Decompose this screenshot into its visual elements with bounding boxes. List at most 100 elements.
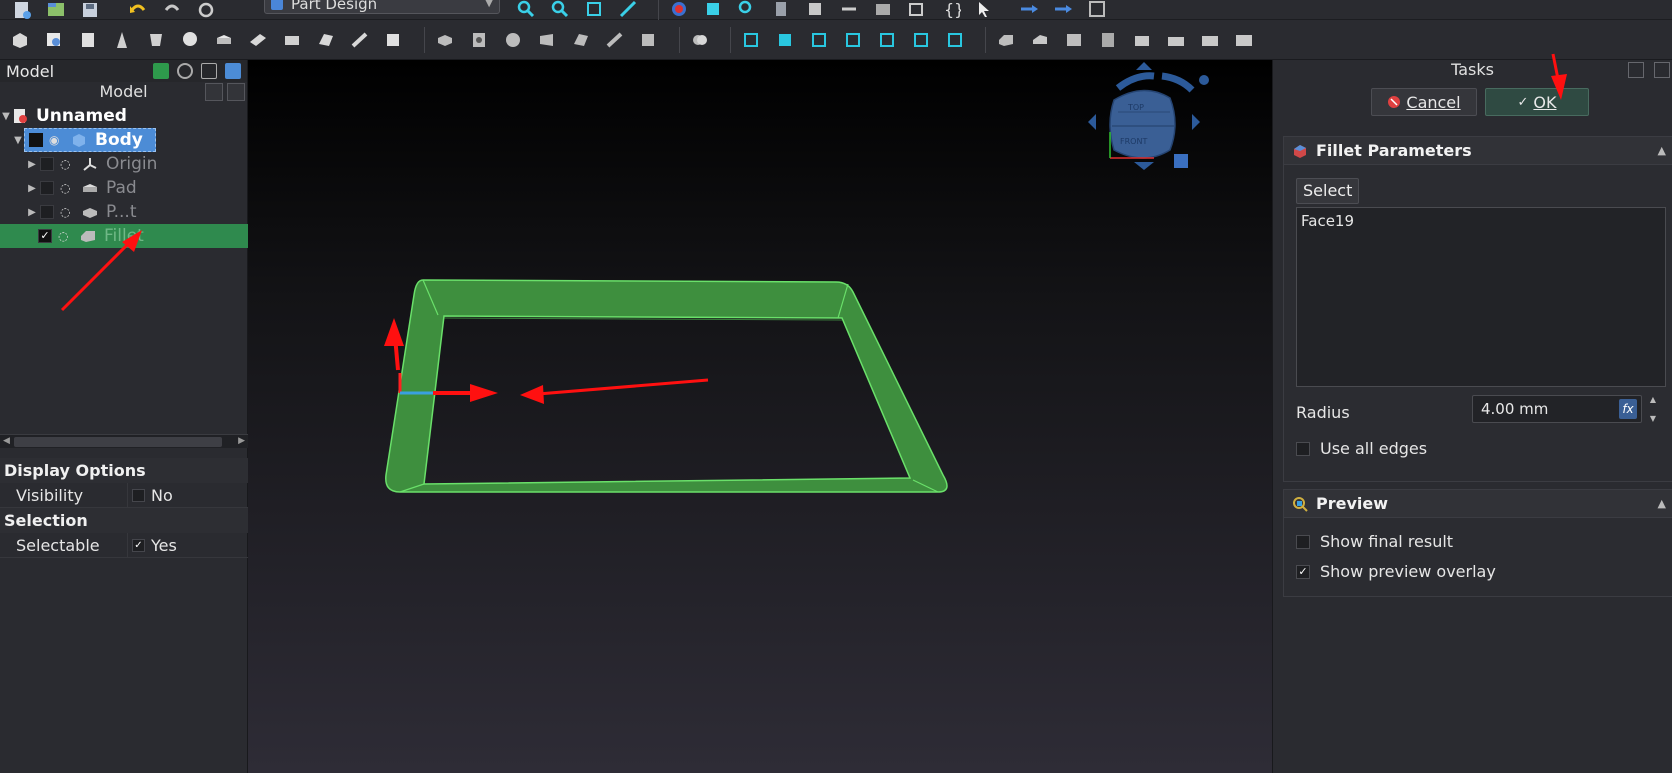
show-final-result-option[interactable]: Show final result xyxy=(1296,532,1453,551)
origin-checkbox[interactable] xyxy=(40,157,54,171)
spin-down-icon[interactable]: ▼ xyxy=(1650,414,1656,423)
chevron-right-icon[interactable]: ▶ xyxy=(26,159,38,170)
open-file-icon[interactable] xyxy=(44,0,68,21)
fillet-checkbox[interactable]: ✓ xyxy=(38,229,52,243)
tree-item-pocket[interactable]: ▶ ◌ P...t xyxy=(0,200,248,224)
save-icon[interactable] xyxy=(78,0,102,21)
hidden-eye-icon[interactable]: ◌ xyxy=(60,181,76,195)
chamfer-tool-icon[interactable] xyxy=(909,29,933,51)
3d-view[interactable]: TOP FRONT xyxy=(248,60,1272,773)
fillet-tool-icon[interactable] xyxy=(875,29,899,51)
groove-icon[interactable] xyxy=(501,29,525,51)
arrow-right-icon[interactable] xyxy=(1051,0,1075,20)
subtractive-pipe-icon[interactable] xyxy=(569,29,593,51)
show-preview-overlay-checkbox[interactable]: ✓ xyxy=(1296,564,1310,579)
select-button[interactable]: Select xyxy=(1296,178,1360,204)
polar-pattern-icon[interactable] xyxy=(807,29,831,51)
subtractive-helix-icon[interactable] xyxy=(603,29,627,51)
show-final-result-checkbox[interactable] xyxy=(1296,534,1310,549)
macro-icon[interactable]: {} xyxy=(939,0,963,20)
datum-plane-icon[interactable] xyxy=(144,29,168,51)
tree-item-pad[interactable]: ▶ ◌ Pad xyxy=(0,176,248,200)
spin-up-icon[interactable]: ▲ xyxy=(1650,395,1656,404)
pad-icon[interactable] xyxy=(212,29,236,51)
chevron-right-icon[interactable]: ▶ xyxy=(26,207,38,218)
involute-gear-icon[interactable] xyxy=(1198,29,1222,51)
float-panel-button[interactable] xyxy=(1628,62,1644,78)
expression-icon[interactable]: fx xyxy=(1619,399,1637,419)
sketch-map-icon[interactable] xyxy=(76,29,100,51)
measure-icon[interactable] xyxy=(769,0,793,20)
collapse-icon[interactable]: ▲ xyxy=(1658,144,1666,157)
pipe-icon[interactable] xyxy=(314,29,338,51)
datum-point-icon[interactable] xyxy=(110,29,134,51)
body-checkbox[interactable] xyxy=(29,133,43,147)
close-panel-button[interactable] xyxy=(227,83,245,101)
cancel-button[interactable]: Cancel xyxy=(1371,88,1477,116)
prop-row-selectable[interactable]: Selectable ✓ Yes xyxy=(0,532,248,558)
use-all-edges-option[interactable]: Use all edges xyxy=(1296,439,1427,458)
tree-horizontal-scrollbar[interactable]: ◀ ▶ xyxy=(0,434,248,448)
zoom-icon[interactable] xyxy=(735,0,759,20)
draw-style-icon[interactable] xyxy=(667,0,691,20)
scroll-left-icon[interactable]: ◀ xyxy=(3,436,10,446)
preview-panel-header[interactable]: Preview ▲ xyxy=(1284,490,1672,518)
draft-tool-icon[interactable] xyxy=(943,29,967,51)
additive-primitive-icon[interactable] xyxy=(382,29,406,51)
model-tab[interactable]: Model xyxy=(6,62,54,81)
refresh-icon[interactable] xyxy=(194,0,218,21)
multi-transform-icon[interactable] xyxy=(841,29,865,51)
iso-view-icon[interactable] xyxy=(582,0,606,20)
collapse-icon[interactable]: ▲ xyxy=(1658,497,1666,510)
new-file-icon[interactable] xyxy=(10,0,34,21)
draft-icon[interactable] xyxy=(1062,29,1086,51)
mirrored-icon[interactable] xyxy=(739,29,763,51)
hole-icon[interactable] xyxy=(467,29,491,51)
view-menu-icon[interactable] xyxy=(1174,154,1188,168)
thickness-icon[interactable] xyxy=(1096,29,1120,51)
3d-scene[interactable]: TOP FRONT xyxy=(248,60,1272,773)
subtractive-loft-icon[interactable] xyxy=(535,29,559,51)
std-views-icon[interactable] xyxy=(701,0,725,20)
tree-item-body[interactable]: ▼ ◉ Body xyxy=(0,128,248,152)
revolution-icon[interactable] xyxy=(246,29,270,51)
scrollbar-thumb[interactable] xyxy=(14,437,222,447)
sketch-icon[interactable] xyxy=(42,29,66,51)
selected-references-list[interactable]: Face19 xyxy=(1296,207,1666,387)
radius-spinner[interactable]: ▲ ▼ xyxy=(1646,395,1660,423)
visibility-checkbox[interactable] xyxy=(132,488,145,502)
hidden-eye-icon[interactable]: ◌ xyxy=(60,157,76,171)
tree-item-origin[interactable]: ▶ ◌ Origin xyxy=(0,152,248,176)
float-icon[interactable] xyxy=(201,63,217,79)
nav-left-icon[interactable] xyxy=(1088,114,1096,130)
navigation-cube[interactable]: TOP FRONT xyxy=(1088,62,1209,170)
pocket-checkbox[interactable] xyxy=(40,205,54,219)
export-icon[interactable] xyxy=(905,0,929,20)
helix-icon[interactable] xyxy=(348,29,372,51)
visibility-toggle-icon[interactable] xyxy=(153,63,169,79)
workbench-selector[interactable]: Part Design ▼ xyxy=(264,0,500,14)
shape-binder-icon[interactable] xyxy=(178,29,202,51)
prop-value-visibility[interactable]: No xyxy=(128,486,173,505)
hidden-eye-icon[interactable]: ◌ xyxy=(60,205,76,219)
boolean-icon[interactable] xyxy=(688,29,712,51)
body-icon[interactable] xyxy=(8,29,32,51)
folder-icon[interactable] xyxy=(871,0,895,20)
selectable-checkbox[interactable]: ✓ xyxy=(132,538,145,552)
linear-pattern-icon[interactable] xyxy=(773,29,797,51)
migrate-icon[interactable] xyxy=(1130,29,1154,51)
undo-icon[interactable] xyxy=(126,0,150,21)
eye-icon[interactable]: ◉ xyxy=(49,133,65,147)
use-all-edges-checkbox[interactable] xyxy=(1296,441,1310,456)
dock-icon[interactable] xyxy=(225,63,241,79)
pan-icon[interactable] xyxy=(616,0,640,20)
pocket-icon[interactable] xyxy=(433,29,457,51)
link-icon[interactable] xyxy=(837,0,861,20)
show-preview-overlay-option[interactable]: ✓ Show preview overlay xyxy=(1296,562,1496,581)
ok-button[interactable]: ✓ OK xyxy=(1485,88,1589,116)
grid-icon[interactable] xyxy=(1085,0,1109,20)
fillet-panel-header[interactable]: Fillet Parameters ▲ xyxy=(1284,137,1672,165)
shaft-wizard-icon[interactable] xyxy=(1232,29,1256,51)
list-item[interactable]: Face19 xyxy=(1301,212,1661,230)
redo-icon[interactable] xyxy=(160,0,184,21)
